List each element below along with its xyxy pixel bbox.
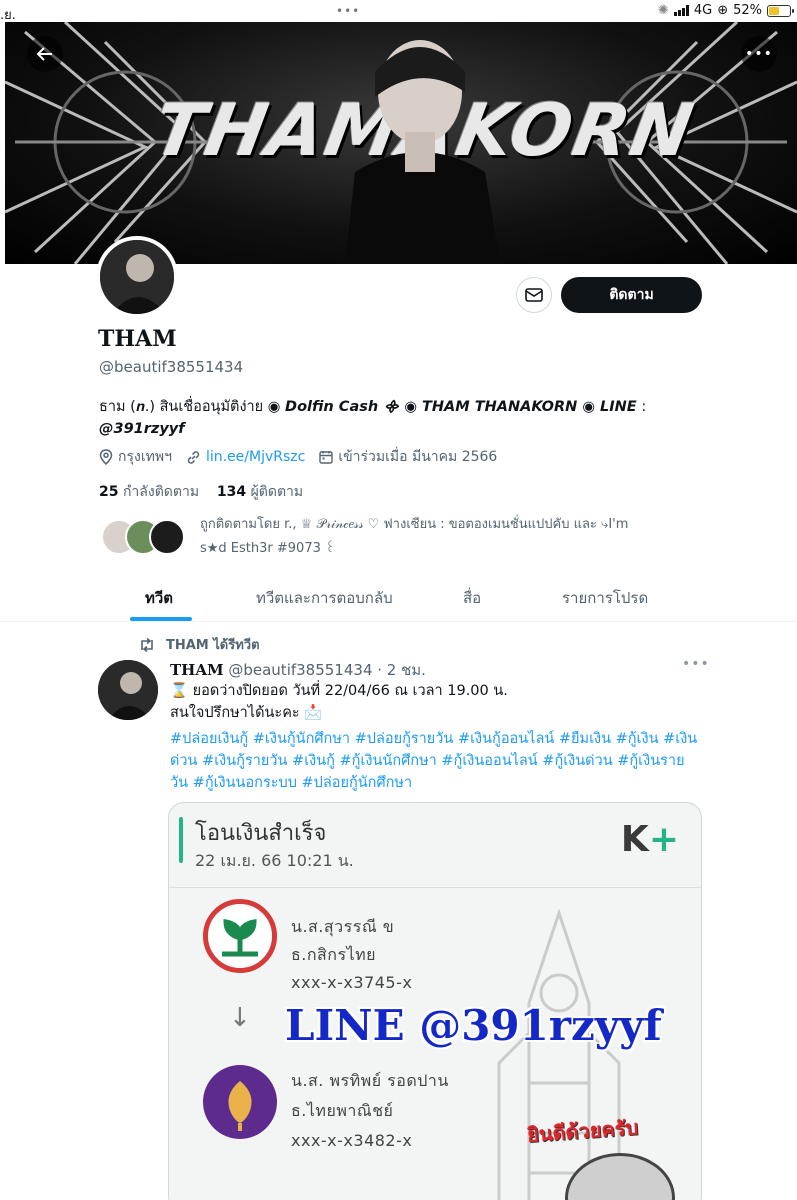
envelope-icon (525, 288, 543, 302)
tweet-author[interactable]: THAM (170, 661, 224, 679)
back-arrow-icon (36, 47, 52, 61)
followers-label: ผู้ติดตาม (250, 484, 304, 500)
receiver-name: น.ส. พรทิพย์ รอดปาน (291, 1071, 449, 1090)
bio-line-id: @391rzyyf (99, 421, 185, 437)
tweet-line: ⌛ ยอดว่างปิดยอด วันที่ 22/04/66 ณ เวลา 1… (170, 683, 508, 699)
followers-count: 134 (216, 484, 247, 500)
tweet-hashtags[interactable]: #ปล่อยเงินกู้ #เงินกู้นักศึกษา #ปล่อยกู้… (170, 728, 700, 794)
active-tab-indicator (130, 617, 192, 621)
logo-plus: + (648, 819, 679, 860)
profile-bio: ธาม (𝒏.) สินเชื่ออนุมัติง่าย ◉ Dolfin Ca… (99, 396, 659, 440)
multitask-dots[interactable]: ••• (336, 4, 360, 18)
signal-icon (673, 5, 689, 16)
profile-name: THAM (98, 326, 177, 352)
bio-tail: : (636, 399, 647, 415)
location: กรุงเทพฯ (99, 446, 172, 468)
avatar-image (100, 240, 174, 314)
tweet-avatar[interactable] (98, 660, 158, 720)
followed-by-line: ถูกติดตามโดย r., ♕ 𝒫𝓇𝒾𝓃𝒸𝑒𝓈𝓈 ♡ ฟางเซียน :… (200, 517, 629, 532)
link-icon (187, 450, 200, 464)
bio-bold-text: Dolfin Cash ᯽ ◉ THAM THANAKORN ◉ LINE (285, 399, 637, 415)
tab-tweets[interactable]: ทวีต (145, 586, 173, 610)
tweet-text: ⌛ ยอดว่างปิดยอด วันที่ 22/04/66 ณ เวลา 1… (170, 680, 700, 724)
retweet-text[interactable]: THAM ได้รีทวีต (166, 634, 260, 655)
tweet-media-image[interactable]: โอนเงินสำเร็จ 22 เม.ย. 66 10:21 น. K+ น.… (168, 802, 702, 1200)
tab-tweets-replies[interactable]: ทวีตและการตอบกลับ (256, 586, 393, 610)
kplus-logo: K+ (621, 819, 679, 860)
logo-k: K (620, 819, 649, 860)
status-icons: ✺ 4G ⊕ 52% (657, 3, 794, 18)
follow-button[interactable]: ติดตาม (561, 277, 702, 313)
kasikorn-logo-icon (203, 899, 277, 973)
message-button[interactable] (516, 277, 552, 313)
bio-text: ธาม (𝒏.) สินเชื่ออนุมัติง่าย ◉ (99, 399, 286, 415)
more-options-button[interactable]: ••• (741, 36, 777, 72)
receipt-date: 22 เม.ย. 66 10:21 น. (195, 851, 354, 870)
tab-likes[interactable]: รายการโปรด (562, 586, 648, 610)
retweet-icon (141, 637, 153, 652)
profile-handle: @beautif38551434 (99, 358, 244, 376)
retweet-context: THAM ได้รีทวีต (138, 634, 260, 655)
orientation-lock-icon: ⊕ (717, 3, 729, 18)
follower-avatar (149, 519, 185, 555)
tweet-handle-time[interactable]: @beautif38551434 · 2 ชม. (228, 661, 426, 679)
battery-icon (767, 4, 794, 17)
more-icon: ••• (745, 46, 773, 62)
followed-by-text: ถูกติดตามโดย r., ♕ 𝒫𝓇𝒾𝓃𝒸𝑒𝓈𝓈 ♡ ฟางเซียน :… (200, 513, 680, 561)
join-date-text: เข้าร่วมเมื่อ มีนาคม 2566 (338, 449, 498, 465)
join-date: เข้าร่วมเมื่อ มีนาคม 2566 (319, 446, 497, 468)
line-id-overlay: LINE @391rzyyf (285, 1001, 662, 1050)
following-label: กำลังติดตาม (122, 484, 200, 500)
followed-by-line: s★d Esth3r #9073 ꒰ (200, 541, 336, 556)
profile-banner[interactable]: THAMAKORN ••• (5, 22, 797, 264)
banner-portrait (345, 40, 500, 264)
location-text: กรุงเทพฯ (118, 449, 172, 465)
tweet-line: สนใจปรึกษาได้นะคะ 📩 (170, 705, 323, 721)
profile-tabs: ทวีต ทวีตและการตอบกลับ สื่อ รายการโปรด (0, 578, 797, 622)
profile-link[interactable]: lin.ee/MjvRszc (186, 449, 305, 465)
receipt-accent-bar (179, 817, 183, 863)
loading-icon: ✺ (657, 3, 669, 18)
tweet-header: THAM @beautif38551434 · 2 ชม. (170, 658, 426, 682)
transfer-arrow-icon: ↓ (229, 1003, 251, 1033)
location-pin-icon (99, 449, 113, 465)
followers-link[interactable]: 134 ผู้ติดตาม (217, 484, 303, 500)
tweet-avatar-image (98, 660, 158, 720)
receipt-title: โอนเงินสำเร็จ (195, 821, 327, 846)
link-text[interactable]: lin.ee/MjvRszc (206, 449, 305, 465)
network-type: 4G (693, 3, 713, 18)
battery-percent: 52% (733, 3, 762, 18)
sender-account: xxx-x-x3745-x (291, 973, 413, 992)
tweet-more-icon[interactable]: ••• (682, 656, 710, 672)
battery-fill (769, 6, 780, 15)
receiver-bank: ธ.ไทยพาณิชย์ (291, 1101, 394, 1120)
tab-media[interactable]: สื่อ (463, 586, 481, 610)
back-button[interactable] (27, 36, 63, 72)
following-count: 25 (99, 484, 119, 500)
receiver-account: xxx-x-x3482-x (291, 1131, 413, 1150)
status-bar: .ย. ••• ✺ 4G ⊕ 52% (0, 0, 797, 24)
sender-bank: ธ.กสิกรไทย (291, 945, 377, 964)
profile-meta: กรุงเทพฯ lin.ee/MjvRszc เข้าร่วมเมื่อ มี… (99, 446, 497, 468)
scb-logo-icon (203, 1065, 277, 1139)
follow-counts: 25 กำลังติดตาม 134 ผู้ติดตาม (99, 481, 303, 503)
following-link[interactable]: 25 กำลังติดตาม (99, 484, 199, 500)
profile-avatar[interactable] (96, 236, 178, 318)
sender-name: น.ส.สุวรรณี ข (291, 917, 395, 936)
calendar-icon (319, 451, 334, 464)
